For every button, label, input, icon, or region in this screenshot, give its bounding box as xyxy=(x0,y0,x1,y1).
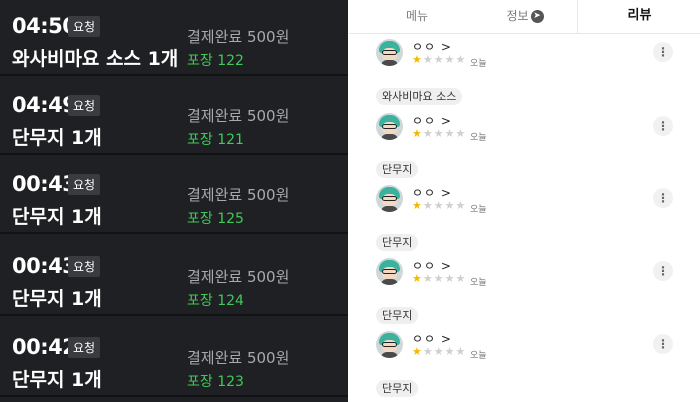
more-options-button[interactable]: ⋮ xyxy=(653,334,673,354)
order-time: 00:43 xyxy=(12,254,77,278)
request-tag: 요청 xyxy=(68,256,101,277)
menu-chip: 단무지 xyxy=(376,307,419,324)
send-icon: ➤ xyxy=(530,10,544,23)
tab-info-label: 정보 xyxy=(506,9,529,23)
more-options-button[interactable]: ⋮ xyxy=(653,261,673,281)
more-options-button[interactable]: ⋮ xyxy=(653,42,673,62)
order-time: 04:50 xyxy=(12,14,77,38)
tab-info[interactable]: 정보 ➤ xyxy=(457,0,593,33)
star-filled-icon: ★ xyxy=(412,127,423,140)
pack-number: 포장 124 xyxy=(187,293,244,309)
star-filled-icon: ★ xyxy=(412,199,423,212)
tab-bar: 메뉴 정보 ➤ 리뷰 xyxy=(349,0,700,34)
menu-chip: 단무지 xyxy=(376,161,419,178)
order-row[interactable]: 00:42 요청 단무지 1개 결제완료 500원 포장 123 xyxy=(0,321,348,397)
review-panel: 메뉴 정보 ➤ 리뷰 ㅇㅇ > ★★★★★ 오늘 ⋮ 와사비마요 소스 ㅇㅇ > … xyxy=(349,0,700,402)
order-item: 단무지 1개 xyxy=(12,206,102,228)
order-list-panel: 04:50 요청 와사비마요 소스 1개 결제완료 500원 포장 122 04… xyxy=(0,0,348,402)
star-rating: ★★★★★ xyxy=(412,345,466,358)
star-rating: ★★★★★ xyxy=(412,53,466,66)
more-options-button[interactable]: ⋮ xyxy=(653,116,673,136)
request-tag: 요청 xyxy=(68,95,101,116)
pack-number: 포장 123 xyxy=(187,374,244,390)
menu-chip: 와사비마요 소스 xyxy=(376,88,463,105)
star-rating: ★★★★★ xyxy=(412,199,466,212)
order-item: 단무지 1개 xyxy=(12,127,102,149)
pack-number: 포장 122 xyxy=(187,53,244,69)
review-date: 오늘 xyxy=(470,351,487,361)
request-tag: 요청 xyxy=(68,16,101,37)
menu-chip: 단무지 xyxy=(376,234,419,251)
order-row[interactable]: 00:43 요청 단무지 1개 결제완료 500원 포장 124 xyxy=(0,240,348,316)
order-time: 00:42 xyxy=(12,335,77,359)
star-rating: ★★★★★ xyxy=(412,272,466,285)
tab-review-label: 리뷰 xyxy=(627,8,652,23)
star-rating: ★★★★★ xyxy=(412,127,466,140)
order-item: 와사비마요 소스 1개 xyxy=(12,48,179,70)
avatar[interactable] xyxy=(376,39,403,66)
order-item: 단무지 1개 xyxy=(12,369,102,391)
star-empty-icon: ★★★★ xyxy=(422,127,467,140)
payment-status: 결제완료 500원 xyxy=(187,28,290,46)
review-date: 오늘 xyxy=(470,278,487,288)
request-tag: 요청 xyxy=(68,337,101,358)
order-item: 단무지 1개 xyxy=(12,288,102,310)
pack-number: 포장 121 xyxy=(187,132,244,148)
star-empty-icon: ★★★★ xyxy=(422,53,467,66)
star-empty-icon: ★★★★ xyxy=(422,272,467,285)
more-options-button[interactable]: ⋮ xyxy=(653,188,673,208)
payment-status: 결제완료 500원 xyxy=(187,186,290,204)
tab-menu-label: 메뉴 xyxy=(405,9,429,23)
avatar[interactable] xyxy=(376,185,403,212)
payment-status: 결제완료 500원 xyxy=(187,349,290,367)
star-empty-icon: ★★★★ xyxy=(422,345,467,358)
request-tag: 요청 xyxy=(68,174,101,195)
order-row[interactable]: 04:49 요청 단무지 1개 결제완료 500원 포장 121 xyxy=(0,79,348,155)
order-row[interactable]: 00:43 요청 단무지 1개 결제완료 500원 포장 125 xyxy=(0,158,348,234)
payment-status: 결제완료 500원 xyxy=(187,107,290,125)
star-filled-icon: ★ xyxy=(412,345,423,358)
tab-review[interactable]: 리뷰 xyxy=(577,0,700,33)
pack-number: 포장 125 xyxy=(187,211,244,227)
avatar[interactable] xyxy=(376,258,403,285)
order-time: 00:43 xyxy=(12,172,77,196)
menu-chip: 단무지 xyxy=(376,380,419,397)
star-empty-icon: ★★★★ xyxy=(422,199,467,212)
star-filled-icon: ★ xyxy=(412,272,423,285)
order-time: 04:49 xyxy=(12,93,77,117)
order-row[interactable]: 04:50 요청 와사비마요 소스 1개 결제완료 500원 포장 122 xyxy=(0,0,348,76)
avatar[interactable] xyxy=(376,113,403,140)
review-date: 오늘 xyxy=(470,133,487,143)
star-filled-icon: ★ xyxy=(412,53,423,66)
review-date: 오늘 xyxy=(470,59,487,69)
payment-status: 결제완료 500원 xyxy=(187,268,290,286)
review-date: 오늘 xyxy=(470,205,487,215)
avatar[interactable] xyxy=(376,331,403,358)
